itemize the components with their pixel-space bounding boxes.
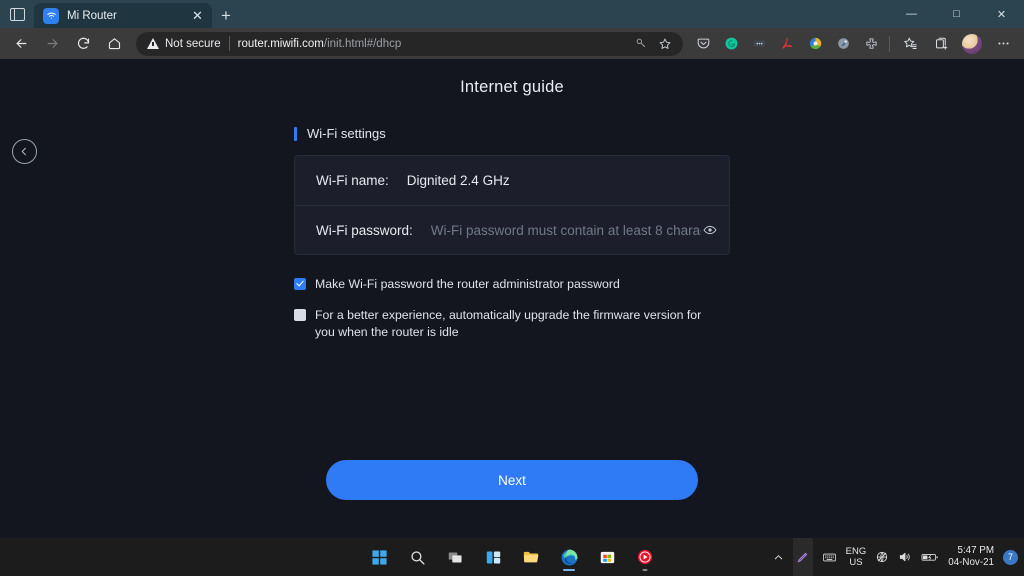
grammarly-extension-icon[interactable] — [718, 31, 744, 57]
extensions-tray — [690, 31, 884, 57]
chevron-up-icon[interactable] — [773, 552, 784, 563]
windows-taskbar: ENG US 5:47 PM 04-Nov-21 7 — [0, 538, 1024, 576]
setup-content: Wi-Fi settings Wi-Fi name: Dignited 2.4 … — [294, 97, 730, 500]
url-text: router.miwifi.com/init.html#/dhcp — [238, 38, 623, 50]
router-setup-page: Internet guide Wi-Fi settings Wi-Fi name… — [0, 59, 1024, 538]
page-title: Internet guide — [460, 78, 564, 96]
youtube-music-icon[interactable] — [631, 542, 659, 572]
pocket-extension-icon[interactable] — [690, 31, 716, 57]
more-extensions-icon[interactable] — [746, 31, 772, 57]
checkbox-checked-icon[interactable] — [294, 278, 306, 290]
wifi-settings-card: Wi-Fi name: Dignited 2.4 GHz Wi-Fi passw… — [294, 155, 730, 255]
checkbox-auto-firmware-label: For a better experience, automatically u… — [315, 308, 702, 339]
section-accent-bar — [294, 126, 297, 141]
home-button[interactable] — [99, 30, 129, 57]
favorites-star-icon[interactable] — [895, 30, 925, 57]
more-options-icon[interactable] — [988, 30, 1018, 57]
section-title: Wi-Fi settings — [307, 126, 386, 141]
key-icon[interactable] — [631, 34, 651, 54]
checkbox-auto-firmware[interactable]: For a better experience, automatically u… — [294, 307, 730, 341]
wifi-name-input[interactable]: Dignited 2.4 GHz — [407, 173, 510, 188]
file-explorer-icon[interactable] — [517, 542, 545, 572]
adobe-acrobat-extension-icon[interactable] — [774, 31, 800, 57]
wifi-name-label: Wi-Fi name: — [316, 173, 389, 188]
network-globe-icon[interactable] — [875, 550, 889, 564]
checkbox-unchecked-icon[interactable] — [294, 309, 306, 321]
tab-search-button[interactable] — [0, 0, 34, 28]
address-bar[interactable]: Not secure router.miwifi.com/init.html#/… — [136, 31, 683, 56]
task-view-icon[interactable] — [441, 542, 469, 572]
volume-icon[interactable] — [898, 550, 912, 564]
microsoft-store-icon[interactable] — [593, 542, 621, 572]
widgets-icon[interactable] — [479, 542, 507, 572]
clock-date: 04-Nov-21 — [948, 557, 994, 568]
wifi-password-row[interactable]: Wi-Fi password: Wi-Fi password must cont… — [295, 205, 729, 254]
colorful-extension-icon[interactable] — [802, 31, 828, 57]
language-indicator[interactable]: ENG US — [846, 546, 867, 568]
wifi-icon — [43, 7, 59, 24]
touch-keyboard-icon[interactable] — [822, 550, 837, 565]
search-icon[interactable] — [403, 542, 431, 572]
tab-title: Mi Router — [67, 9, 117, 22]
maximize-button[interactable]: □ — [934, 0, 979, 28]
wifi-settings-section-header: Wi-Fi settings — [294, 126, 730, 141]
next-button[interactable]: Next — [326, 460, 698, 500]
close-icon[interactable]: ✕ — [189, 7, 206, 24]
clock[interactable]: 5:47 PM 04-Nov-21 — [948, 545, 994, 569]
new-tab-button[interactable]: + — [212, 3, 240, 28]
url-host: router.miwifi.com — [237, 37, 324, 50]
eye-icon[interactable] — [701, 221, 719, 239]
options-list: Make Wi-Fi password the router administr… — [294, 276, 730, 341]
browser-toolbar: Not secure router.miwifi.com/init.html#/… — [0, 28, 1024, 59]
wifi-name-row[interactable]: Wi-Fi name: Dignited 2.4 GHz — [295, 156, 729, 205]
omnibox-divider — [228, 36, 230, 51]
puzzle-extension-icon[interactable] — [858, 31, 884, 57]
window-controls: — □ ✕ — [889, 0, 1024, 28]
omnibox-actions — [631, 34, 675, 54]
browser-title-bar: Mi Router ✕ + — □ ✕ — [0, 0, 1024, 28]
forward-button[interactable] — [37, 30, 67, 57]
minimize-button[interactable]: — — [889, 0, 934, 28]
browser-tab[interactable]: Mi Router ✕ — [34, 3, 212, 28]
next-button-container: Next — [294, 460, 730, 500]
battery-icon[interactable] — [921, 550, 939, 564]
clock-time: 5:47 PM — [957, 545, 995, 556]
toolbar-divider — [889, 35, 890, 52]
notification-badge[interactable]: 7 — [1003, 549, 1018, 565]
language-line-2: US — [849, 557, 863, 568]
checkbox-admin-password[interactable]: Make Wi-Fi password the router administr… — [294, 276, 730, 293]
wifi-password-label: Wi-Fi password: — [316, 222, 413, 238]
wifi-password-field[interactable]: Wi-Fi password must contain at least 8 c… — [431, 221, 719, 239]
language-line-1: ENG — [845, 546, 867, 557]
start-button-icon[interactable] — [365, 542, 393, 572]
security-indicator[interactable]: Not secure — [147, 38, 221, 50]
avatar — [962, 33, 982, 54]
checkbox-admin-password-label: Make Wi-Fi password the router administr… — [315, 277, 620, 291]
tab-search-icon — [9, 7, 25, 21]
circle-back-icon[interactable] — [12, 139, 37, 164]
back-button[interactable] — [6, 30, 36, 57]
url-path: /init.html#/dhcp — [323, 37, 402, 50]
tool-extension-icon[interactable] — [830, 31, 856, 57]
microsoft-edge-icon[interactable] — [555, 542, 583, 572]
wifi-password-placeholder: Wi-Fi password must contain at least 8 c… — [430, 222, 701, 238]
warning-triangle-icon — [147, 38, 159, 49]
pen-icon[interactable] — [792, 538, 813, 576]
security-label: Not secure — [165, 37, 221, 50]
profile-avatar[interactable] — [957, 30, 987, 57]
close-window-button[interactable]: ✕ — [979, 0, 1024, 28]
collections-icon[interactable] — [926, 30, 956, 57]
star-add-icon[interactable] — [655, 34, 675, 54]
browser-window: Mi Router ✕ + — □ ✕ Not secure router.mi… — [0, 0, 1024, 576]
system-tray: ENG US 5:47 PM 04-Nov-21 7 — [773, 538, 1018, 576]
reload-button[interactable] — [68, 30, 98, 57]
